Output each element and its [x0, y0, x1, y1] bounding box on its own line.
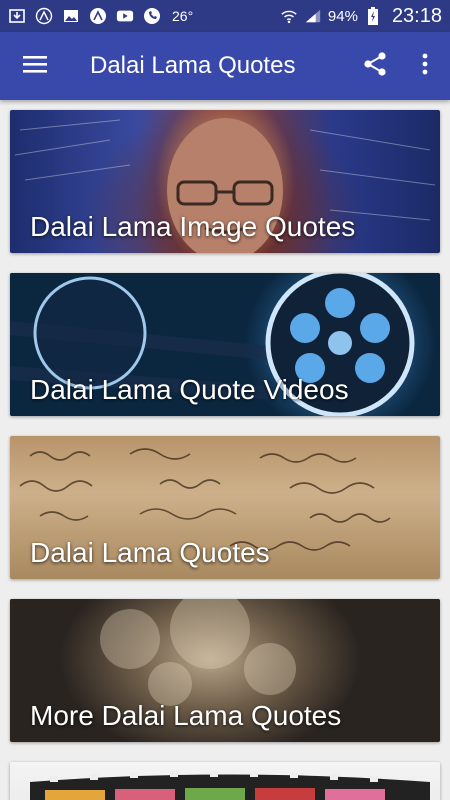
- download-icon: [8, 7, 26, 25]
- signal-icon: [304, 7, 322, 25]
- battery-charging-icon: [364, 7, 382, 25]
- app-logo-icon: [35, 7, 53, 25]
- share-icon: [362, 51, 388, 82]
- battery-percent: 94%: [327, 7, 358, 25]
- card-label: Dalai Lama Quote Videos: [30, 374, 349, 405]
- card-label: More Dalai Lama Quotes: [30, 700, 342, 731]
- system-icons: 94% 23:18: [280, 5, 442, 28]
- hamburger-menu-icon: [22, 54, 48, 79]
- card-image-quotes[interactable]: Dalai Lama Image Quotes: [10, 110, 440, 253]
- app-title: Dalai Lama Quotes: [90, 52, 296, 79]
- phone-icon: [143, 7, 161, 25]
- youtube-icon: [116, 7, 134, 25]
- temperature-text: 26°: [172, 8, 194, 24]
- overflow-menu-button[interactable]: [400, 32, 450, 100]
- app-bar: Dalai Lama Quotes: [0, 32, 450, 100]
- card-quotes[interactable]: Dalai Lama Quotes: [10, 436, 440, 579]
- app-logo-filled-icon: [89, 7, 107, 25]
- wifi-icon: [280, 7, 298, 25]
- card-label: Dalai Lama Image Quotes: [30, 211, 356, 242]
- card-quote-videos[interactable]: Dalai Lama Quote Videos: [10, 273, 440, 416]
- status-bar: 26° 94% 23:18: [0, 0, 450, 32]
- card-image-film-strip: [10, 762, 440, 800]
- card-more-quotes[interactable]: More Dalai Lama Quotes: [10, 599, 440, 742]
- image-icon: [62, 7, 80, 25]
- more-vert-icon: [422, 52, 428, 81]
- card-flowers-partial[interactable]: [10, 762, 440, 800]
- card-label: Dalai Lama Quotes: [30, 537, 270, 568]
- share-button[interactable]: [350, 32, 400, 100]
- clock: 23:18: [391, 4, 442, 27]
- notification-icons: 26°: [8, 7, 193, 25]
- menu-button[interactable]: [0, 32, 70, 100]
